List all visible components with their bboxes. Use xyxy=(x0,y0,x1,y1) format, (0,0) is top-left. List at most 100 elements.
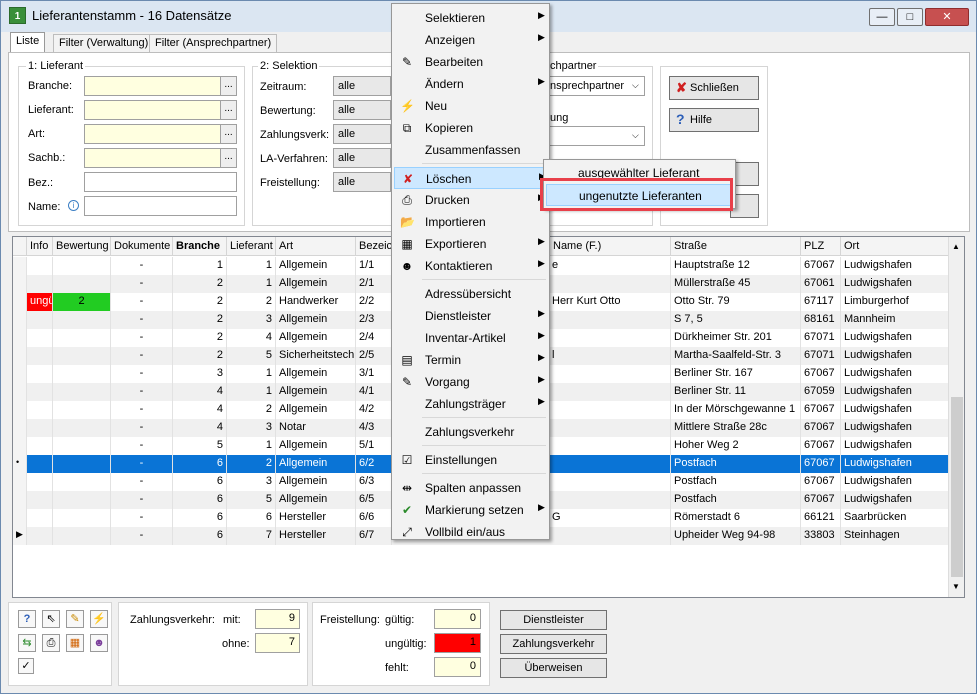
printer-icon[interactable]: ⎙ xyxy=(42,634,60,652)
art-dots-button[interactable]: ... xyxy=(220,125,236,143)
menu-item-einstellungen[interactable]: ☑ Einstellungen xyxy=(394,449,547,471)
sachb-dots-button[interactable]: ... xyxy=(220,149,236,167)
cell-name xyxy=(549,383,671,401)
cell-branche: 6 xyxy=(173,455,227,473)
menu-item-zusammenfassen[interactable]: Zusammenfassen xyxy=(394,139,547,161)
ansprechpartner-select[interactable]: nsprechpartner xyxy=(545,76,645,96)
col-header-bewertung[interactable]: Bewertung xyxy=(53,237,111,256)
menu-item-label: Vollbild ein/aus xyxy=(425,525,506,539)
cell-bezeichnung: 3/1 xyxy=(356,365,392,383)
cell-info xyxy=(27,419,53,437)
cell-strasse: Otto Str. 79 xyxy=(671,293,801,311)
col-header-art[interactable]: Art xyxy=(276,237,356,256)
name-field[interactable] xyxy=(84,196,237,216)
cursor-icon[interactable]: ⇖ xyxy=(42,610,60,628)
menu-item-bearbeiten[interactable]: ✎ Bearbeiten xyxy=(394,51,547,73)
vertical-scrollbar[interactable]: ▲ ▼ xyxy=(948,237,964,597)
cell-lieferant: 1 xyxy=(227,365,276,383)
cell-art: Allgemein xyxy=(276,491,356,509)
lightning-icon[interactable]: ⚡ xyxy=(90,610,108,628)
contacts-icon[interactable]: ☻ xyxy=(90,634,108,652)
art-field[interactable]: ... xyxy=(84,124,237,144)
col-header-ort[interactable]: Ort xyxy=(841,237,949,256)
cell-art: Allgemein xyxy=(276,257,356,275)
chevron-right-icon: ▶ xyxy=(538,352,545,362)
cell-bezeichnung: 4/3 xyxy=(356,419,392,437)
zahlungsverk-select[interactable]: alle xyxy=(333,124,391,144)
export-icon[interactable]: ▦ xyxy=(66,634,84,652)
menu-item-zahlungsverkehr[interactable]: Zahlungsverkehr xyxy=(394,421,547,443)
menu-item-neu[interactable]: ⚡ Neu xyxy=(394,95,547,117)
lieferant-field[interactable]: ... xyxy=(84,100,237,120)
col-header-branche[interactable]: Branche xyxy=(173,237,227,256)
menu-item-löschen[interactable]: ✘Löschen▶ xyxy=(394,167,547,189)
branche-dots-button[interactable]: ... xyxy=(220,77,236,95)
scroll-down-icon[interactable]: ▼ xyxy=(952,582,960,591)
menu-item-importieren[interactable]: 📂 Importieren xyxy=(394,211,547,233)
cell-name xyxy=(549,419,671,437)
col-header-dokumente[interactable]: Dokumente xyxy=(111,237,173,256)
checkbox-icon[interactable]: ✓ xyxy=(18,658,34,674)
menu-item-spalten-anpassen[interactable]: ⇹ Spalten anpassen xyxy=(394,477,547,499)
hilfe-button[interactable]: ? Hilfe xyxy=(669,108,759,132)
scroll-up-icon[interactable]: ▲ xyxy=(952,242,960,251)
col-header-bezeichnung[interactable]: Bezeic xyxy=(356,237,392,256)
freistellung-select[interactable]: alle xyxy=(333,172,391,192)
cell-bewertung xyxy=(53,383,111,401)
col-header-strasse[interactable]: Straße xyxy=(671,237,801,256)
scroll-thumb[interactable] xyxy=(951,397,963,577)
cell-art: Allgemein xyxy=(276,437,356,455)
menu-item-markierung-setzen[interactable]: ✔ Markierung setzen ▶ xyxy=(394,499,547,521)
minimize-button[interactable]: — xyxy=(869,8,895,26)
menu-item-vorgang[interactable]: ✎ Vorgang ▶ xyxy=(394,371,547,393)
cell-ort: Ludwigshafen xyxy=(841,329,949,347)
menu-item-kontaktieren[interactable]: ☻ Kontaktieren ▶ xyxy=(394,255,547,277)
menu-item-zahlungsträger[interactable]: Zahlungsträger ▶ xyxy=(394,393,547,415)
cell-lieferant: 5 xyxy=(227,347,276,365)
menu-item-adressübersicht[interactable]: Adressübersicht xyxy=(394,283,547,305)
col-header-info[interactable]: Info xyxy=(27,237,53,256)
zeitraum-select[interactable]: alle xyxy=(333,76,391,96)
zahlungsverkehr-button[interactable]: Zahlungsverkehr xyxy=(500,634,607,654)
col-header-lieferant[interactable]: Lieferant xyxy=(227,237,276,256)
ueberweisen-button[interactable]: Überweisen xyxy=(500,658,607,678)
bewertung-select[interactable]: alle xyxy=(333,100,391,120)
help-icon[interactable]: ? xyxy=(18,610,36,628)
bez-label: Bez.: xyxy=(28,177,54,189)
row-marker xyxy=(13,365,27,383)
col-header-name[interactable]: Name (F.) xyxy=(549,237,671,256)
menu-icon-21: ✔ xyxy=(401,503,413,517)
menu-item-selektieren[interactable]: Selektieren ▶ xyxy=(394,7,547,29)
bez-field[interactable] xyxy=(84,172,237,192)
chevron-right-icon: ▶ xyxy=(538,374,545,384)
cell-art: Sicherheitstechr xyxy=(276,347,356,365)
ansprech-subgroup-title: ung xyxy=(548,112,571,124)
tab-filter-verwaltung[interactable]: Filter (Verwaltung) xyxy=(53,34,155,52)
menu-item-kopieren[interactable]: ⧉ Kopieren xyxy=(394,117,547,139)
menu-item-anzeigen[interactable]: Anzeigen ▶ xyxy=(394,29,547,51)
menu-item-drucken[interactable]: ⎙ Drucken ▶ xyxy=(394,189,547,211)
maximize-button[interactable]: □ xyxy=(897,8,923,26)
menu-icon-empty-6 xyxy=(400,143,414,157)
tab-filter-ansprechpartner[interactable]: Filter (Ansprechpartner) xyxy=(149,34,278,52)
menu-item-termin[interactable]: ▤ Termin ▶ xyxy=(394,349,547,371)
cell-plz: 67067 xyxy=(801,257,841,275)
sachb-field[interactable]: ... xyxy=(84,148,237,168)
ansprech-sub-select[interactable] xyxy=(545,126,645,146)
gueltig-value: 0 xyxy=(434,609,481,629)
menu-item-ändern[interactable]: Ändern ▶ xyxy=(394,73,547,95)
schliessen-button[interactable]: ✘ Schließen xyxy=(669,76,759,100)
branche-field[interactable]: ... xyxy=(84,76,237,96)
close-button[interactable]: ✕ xyxy=(925,8,969,26)
transfer-icon[interactable]: ⇆ xyxy=(18,634,36,652)
menu-item-vollbild-ein-aus[interactable]: ⤢ Vollbild ein/aus xyxy=(394,521,547,543)
tab-liste[interactable]: Liste xyxy=(10,32,46,53)
dienstleister-button[interactable]: Dienstleister xyxy=(500,610,607,630)
menu-item-exportieren[interactable]: ▦ Exportieren ▶ xyxy=(394,233,547,255)
lieferant-dots-button[interactable]: ... xyxy=(220,101,236,119)
menu-item-inventar-artikel[interactable]: Inventar-Artikel ▶ xyxy=(394,327,547,349)
pencil-icon[interactable]: ✎ xyxy=(66,610,84,628)
la-verfahren-select[interactable]: alle xyxy=(333,148,391,168)
menu-item-dienstleister[interactable]: Dienstleister ▶ xyxy=(394,305,547,327)
col-header-plz[interactable]: PLZ xyxy=(801,237,841,256)
